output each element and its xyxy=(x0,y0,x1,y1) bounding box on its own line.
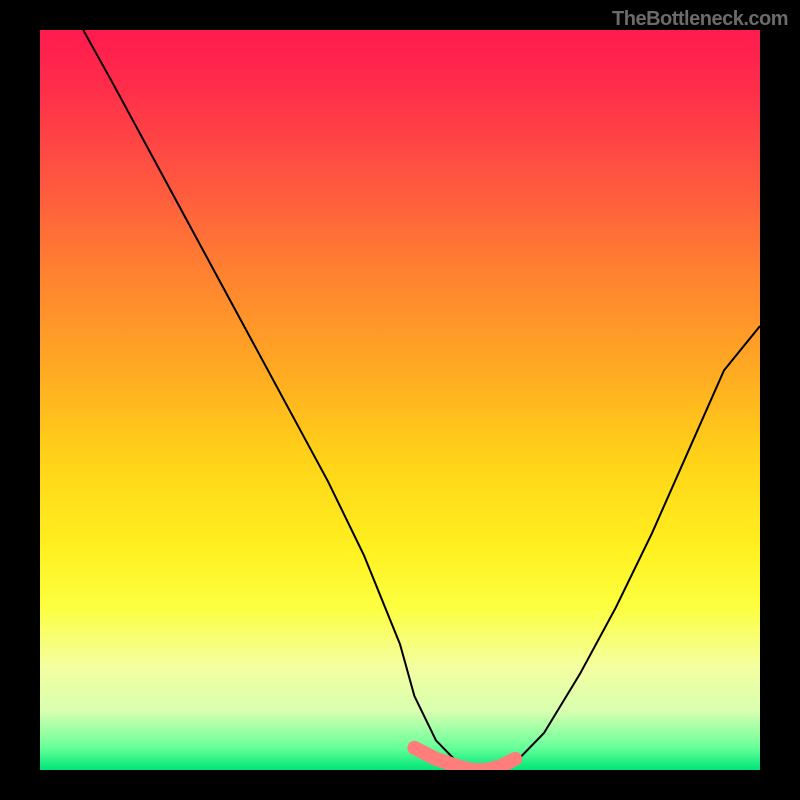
chart-container: TheBottleneck.com xyxy=(0,0,800,800)
watermark-text: TheBottleneck.com xyxy=(612,8,788,31)
curve-layer xyxy=(40,30,760,770)
bottom-highlight-band xyxy=(414,748,515,770)
plot-area xyxy=(40,30,760,770)
bottleneck-curve xyxy=(83,30,760,770)
